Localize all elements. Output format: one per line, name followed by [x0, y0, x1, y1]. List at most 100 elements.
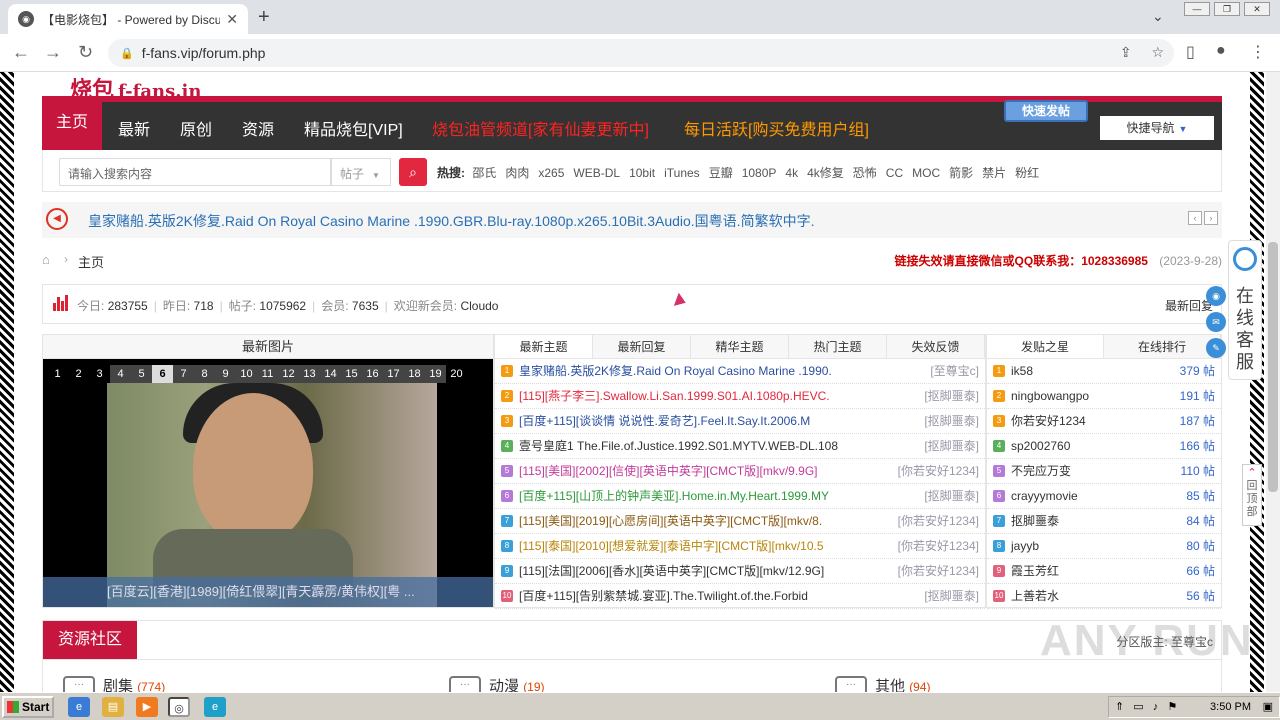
- thread-author-link[interactable]: [至尊宝c]: [930, 359, 979, 383]
- side-panel-icon[interactable]: ▯: [1186, 42, 1195, 62]
- hot-search-link[interactable]: 箭影: [949, 166, 973, 180]
- thread-author-link[interactable]: [你若安好1234]: [898, 534, 979, 558]
- ie-icon[interactable]: e: [68, 697, 90, 717]
- announcement-text[interactable]: 皇家赌船.英版2K修复.Raid On Royal Casino Marine …: [88, 211, 814, 231]
- thread-tab[interactable]: 最新主题: [495, 335, 593, 358]
- ranking-user-link[interactable]: 霞玉芳红: [1011, 564, 1059, 578]
- message-icon[interactable]: ✉: [1206, 312, 1226, 332]
- search-type-select[interactable]: 帖子 ▼: [331, 158, 391, 186]
- search-button[interactable]: ⌕: [399, 158, 427, 186]
- thread-author-link[interactable]: [你若安好1234]: [898, 509, 979, 533]
- ranking-row[interactable]: 8 jayyb 80 帖: [987, 534, 1221, 559]
- nav-item-youtube-promo[interactable]: 烧包油管频道[家有仙妻更新中]: [432, 116, 649, 140]
- hot-search-link[interactable]: CC: [886, 166, 903, 180]
- slideshow-page-button[interactable]: 6: [152, 365, 173, 383]
- hot-search-link[interactable]: 4k修复: [807, 166, 844, 180]
- thread-title-link[interactable]: [百度+115][谈谈情 说说性.爱奇艺].Feel.It.Say.It.200…: [519, 409, 859, 433]
- slideshow-caption[interactable]: [百度云][香港][1989][倚红偎翠][青天霹雳/黄伟权][粤 ...: [43, 577, 493, 607]
- hot-search-link[interactable]: 粉红: [1015, 166, 1039, 180]
- prev-arrow-icon[interactable]: ‹: [1188, 211, 1202, 225]
- tab-search-chevron-icon[interactable]: ⌄: [1152, 8, 1164, 25]
- back-to-top-button[interactable]: ⌃ 回顶部: [1242, 464, 1262, 526]
- slideshow-page-button[interactable]: 5: [131, 365, 152, 383]
- minimize-button[interactable]: —: [1184, 2, 1210, 16]
- contact-alert[interactable]: 链接失效请直接微信或QQ联系我：1028336985: [895, 254, 1148, 268]
- ranking-tab[interactable]: 发贴之星: [987, 335, 1104, 358]
- tray-arrow-icon[interactable]: ⇑: [1115, 697, 1124, 717]
- browser-tab[interactable]: ◉ 【电影烧包】 - Powered by Discuz! ✕: [8, 4, 248, 34]
- slideshow-page-button[interactable]: 11: [257, 365, 278, 383]
- thread-title-link[interactable]: [115][美国][2019][心愿房间][英语中英字][CMCT版][mkv/…: [519, 509, 859, 533]
- thread-row[interactable]: 4 壹号皇庭1 The.File.of.Justice.1992.S01.MYTV…: [495, 434, 985, 459]
- show-desktop-icon[interactable]: ▣: [1263, 697, 1273, 717]
- clock[interactable]: 3:50 PM: [1210, 697, 1251, 717]
- hot-search-link[interactable]: 1080P: [742, 166, 777, 180]
- breadcrumb-home[interactable]: 主页: [78, 252, 104, 271]
- explorer-folder-icon[interactable]: ▤: [102, 697, 124, 717]
- profile-avatar-icon[interactable]: ●: [1216, 42, 1226, 60]
- quick-post-button[interactable]: 快速发帖: [1004, 100, 1088, 122]
- online-service-widget[interactable]: 在线客服: [1228, 240, 1262, 380]
- thread-author-link[interactable]: [抠脚噩泰]: [924, 434, 979, 458]
- thread-title-link[interactable]: 壹号皇庭1 The.File.of.Justice.1992.S01.MYTV.…: [519, 434, 859, 458]
- forum-item[interactable]: ··· 动漫 (19): [449, 675, 545, 692]
- thread-title-link[interactable]: [百度+115][山顶上的钟声美亚].Home.in.My.Heart.1999…: [519, 484, 859, 508]
- slideshow-page-button[interactable]: 20: [446, 365, 467, 383]
- hot-search-link[interactable]: 恐怖: [853, 166, 877, 180]
- ranking-row[interactable]: 1 ik58 379 帖: [987, 359, 1221, 384]
- thread-row[interactable]: 7 [115][美国][2019][心愿房间][英语中英字][CMCT版][mkv…: [495, 509, 985, 534]
- feedback-icon[interactable]: ✎: [1206, 338, 1226, 358]
- ranking-user-link[interactable]: 抠脚噩泰: [1011, 514, 1059, 528]
- ranking-user-link[interactable]: sp2002760: [1011, 439, 1070, 453]
- network-icon[interactable]: ▭: [1133, 697, 1143, 717]
- hot-search-link[interactable]: 10bit: [629, 166, 655, 180]
- slideshow-page-button[interactable]: 3: [89, 365, 110, 383]
- section-title[interactable]: 资源社区: [43, 621, 137, 659]
- slideshow-page-button[interactable]: 16: [362, 365, 383, 383]
- ranking-row[interactable]: 9 霞玉芳红 66 帖: [987, 559, 1221, 584]
- thread-row[interactable]: 9 [115][法国][2006][香水][英语中英字][CMCT版][mkv/1…: [495, 559, 985, 584]
- share-icon[interactable]: ⇪: [1120, 44, 1132, 60]
- ranking-user-link[interactable]: 不完应万变: [1011, 464, 1071, 478]
- nav-item-home[interactable]: 主页: [42, 96, 102, 150]
- slideshow-page-button[interactable]: 1: [47, 365, 68, 383]
- hot-search-link[interactable]: 肉肉: [505, 166, 529, 180]
- chrome-icon[interactable]: ◎: [168, 697, 190, 717]
- nav-item-original[interactable]: 原创: [180, 116, 212, 140]
- forum-item[interactable]: ··· 其他 (94): [835, 675, 931, 692]
- thread-title-link[interactable]: [115][美国][2002][信使][英语中英字][CMCT版][mkv/9.…: [519, 459, 859, 483]
- thread-tab[interactable]: 热门主题: [789, 335, 887, 358]
- slideshow-page-button[interactable]: 2: [68, 365, 89, 383]
- thread-title-link[interactable]: 皇家赌船.英版2K修复.Raid On Royal Casino Marine …: [519, 359, 859, 383]
- forward-arrow-icon[interactable]: →: [44, 42, 62, 63]
- scrollbar-thumb[interactable]: [1268, 242, 1278, 492]
- ranking-user-link[interactable]: 上善若水: [1011, 589, 1059, 603]
- nav-item-resources[interactable]: 资源: [242, 116, 274, 140]
- thread-title-link[interactable]: [115][法国][2006][香水][英语中英字][CMCT版][mkv/12…: [519, 559, 859, 583]
- hot-search-link[interactable]: 禁片: [982, 166, 1006, 180]
- ranking-row[interactable]: 6 crayyymovie 85 帖: [987, 484, 1221, 509]
- user-icon[interactable]: ◉: [1206, 286, 1226, 306]
- hot-search-link[interactable]: WEB-DL: [573, 166, 620, 180]
- restore-button[interactable]: ❐: [1214, 2, 1240, 16]
- slideshow-page-button[interactable]: 9: [215, 365, 236, 383]
- thread-tab[interactable]: 失效反馈: [887, 335, 985, 358]
- hot-search-link[interactable]: iTunes: [664, 166, 700, 180]
- ranking-row[interactable]: 2 ningbowangpo 191 帖: [987, 384, 1221, 409]
- thread-row[interactable]: 1 皇家赌船.英版2K修复.Raid On Royal Casino Marine…: [495, 359, 985, 384]
- page-scrollbar[interactable]: [1266, 72, 1280, 692]
- hot-search-link[interactable]: x265: [538, 166, 564, 180]
- ranking-row[interactable]: 4 sp2002760 166 帖: [987, 434, 1221, 459]
- address-bar[interactable]: 🔒 f-fans.vip/forum.php ⇪ ☆: [108, 39, 1174, 67]
- thread-row[interactable]: 8 [115][泰国][2010][想爱就爱][泰语中字][CMCT版][mkv/…: [495, 534, 985, 559]
- slideshow-page-button[interactable]: 7: [173, 365, 194, 383]
- ranking-row[interactable]: 10 上善若水 56 帖: [987, 584, 1221, 609]
- close-window-button[interactable]: ✕: [1244, 2, 1270, 16]
- thread-row[interactable]: 10 [百度+115][告别紫禁城.宴亚].The.Twilight.of.the…: [495, 584, 985, 609]
- quick-nav-dropdown[interactable]: 快捷导航 ▼: [1100, 116, 1214, 140]
- thread-tab[interactable]: 精华主题: [691, 335, 789, 358]
- ranking-user-link[interactable]: ningbowangpo: [1011, 389, 1089, 403]
- thread-author-link[interactable]: [抠脚噩泰]: [924, 484, 979, 508]
- slideshow-page-button[interactable]: 4: [110, 365, 131, 383]
- slideshow-page-button[interactable]: 13: [299, 365, 320, 383]
